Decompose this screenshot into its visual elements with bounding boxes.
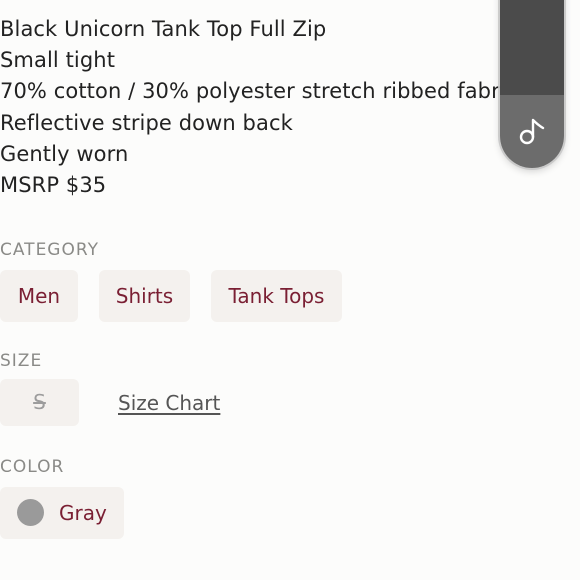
category-tag-tank-tops[interactable]: Tank Tops bbox=[211, 270, 342, 322]
category-tag-shirts[interactable]: Shirts bbox=[99, 270, 190, 322]
music-note-icon bbox=[518, 115, 546, 149]
description-line: Gently worn bbox=[0, 141, 129, 166]
listing-details: Black Unicorn Tank Top Full Zip Small ti… bbox=[0, 0, 580, 580]
category-tag-men[interactable]: Men bbox=[0, 270, 78, 322]
description-line: 70% cotton / 30% polyester stretch ribbe… bbox=[0, 79, 506, 104]
listing-description: Black Unicorn Tank Top Full Zip Small ti… bbox=[0, 14, 580, 201]
color-label: COLOR bbox=[0, 457, 65, 477]
description-line: Black Unicorn Tank Top Full Zip bbox=[0, 17, 327, 41]
description-line: Reflective stripe down back bbox=[0, 110, 293, 135]
music-player-button[interactable] bbox=[500, 0, 564, 168]
description-line: MSRP $35 bbox=[0, 172, 107, 197]
music-button-bottom bbox=[500, 95, 564, 168]
category-label: CATEGORY bbox=[0, 240, 99, 260]
description-line: Small tight bbox=[0, 48, 116, 73]
size-label: SIZE bbox=[0, 351, 43, 371]
color-name: Gray bbox=[59, 501, 107, 525]
color-tag-gray[interactable]: Gray bbox=[0, 487, 124, 539]
size-chart-link[interactable]: Size Chart bbox=[118, 391, 220, 415]
color-swatch bbox=[17, 499, 44, 526]
music-button-top bbox=[500, 0, 564, 95]
size-option-s[interactable]: S bbox=[0, 379, 79, 426]
